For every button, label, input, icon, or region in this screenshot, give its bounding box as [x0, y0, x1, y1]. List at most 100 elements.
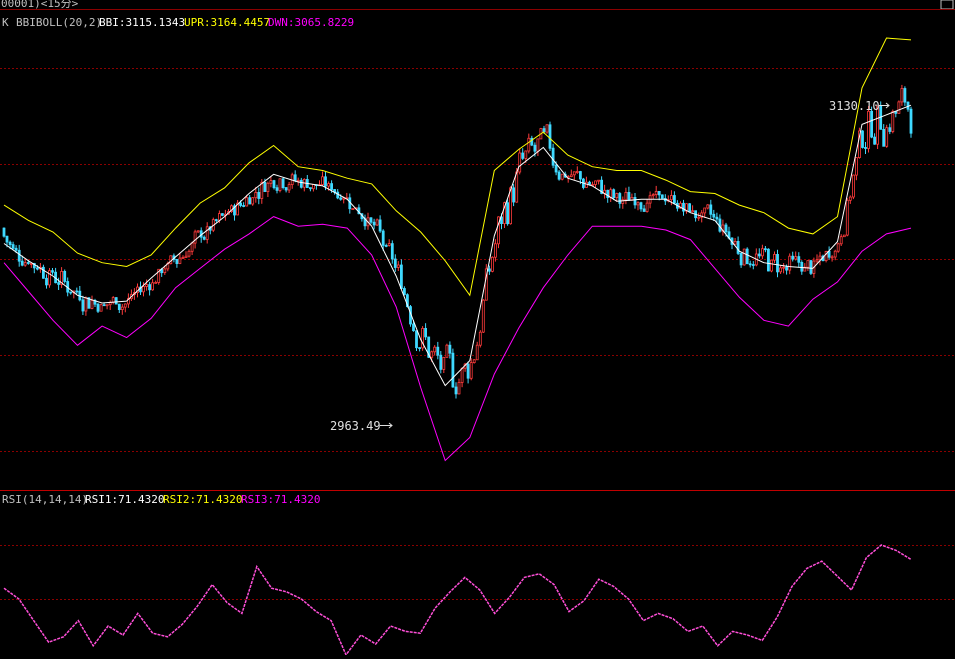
- candle-up: [90, 300, 94, 309]
- candle-down: [776, 253, 779, 273]
- candle-up: [321, 176, 324, 186]
- candle-up: [481, 299, 485, 333]
- rsi-legend-rsi3: RSI3:71.4320: [241, 493, 320, 506]
- candle-up: [217, 213, 221, 221]
- candle-up: [181, 257, 185, 259]
- candle-up: [833, 250, 837, 258]
- candle-down: [533, 144, 537, 152]
- candle-up: [645, 202, 649, 212]
- candle-down: [809, 260, 813, 274]
- candle-up: [597, 179, 600, 182]
- candle-down: [330, 183, 334, 190]
- candle-down: [873, 136, 876, 145]
- candle-down: [293, 174, 297, 182]
- candle-down: [454, 386, 458, 395]
- candle-up: [84, 297, 88, 312]
- candle-down: [767, 248, 770, 272]
- candle-up: [852, 174, 855, 198]
- candle-down: [63, 270, 67, 282]
- candle-down: [220, 213, 224, 216]
- candle-up: [387, 243, 391, 246]
- legend-kind: K: [2, 16, 9, 29]
- candle-up: [897, 101, 901, 114]
- candle-down: [284, 187, 288, 191]
- candle-up: [196, 230, 200, 233]
- candle-down: [114, 297, 118, 305]
- candle-down: [248, 197, 252, 205]
- candle-down: [378, 219, 382, 232]
- candle-up: [670, 195, 673, 201]
- candle-down: [748, 263, 752, 266]
- candle-up: [327, 183, 331, 187]
- candle-up: [145, 284, 149, 287]
- legend-dwn: DWN:3065.8229: [268, 16, 354, 29]
- candle-down: [14, 247, 18, 251]
- candle-up: [375, 219, 379, 226]
- candle-down: [393, 258, 397, 268]
- candle-down: [5, 235, 9, 243]
- candle-down: [751, 264, 755, 266]
- candle-down: [448, 344, 452, 354]
- candle-up: [278, 178, 282, 191]
- candle-up: [818, 255, 822, 261]
- candle-up: [706, 204, 710, 209]
- candle-up: [254, 191, 258, 199]
- low-price-label: 2963.49: [330, 419, 381, 433]
- candle-down: [709, 204, 713, 215]
- candle-down: [242, 205, 246, 207]
- candle-up: [187, 250, 191, 257]
- candle-down: [324, 176, 327, 187]
- candle-down: [81, 299, 85, 312]
- candle-down: [372, 221, 376, 226]
- candle-down: [8, 241, 12, 245]
- candle-up: [779, 267, 782, 273]
- candle-down: [390, 243, 394, 260]
- candle-down: [785, 266, 788, 271]
- candle-up: [123, 303, 127, 308]
- candle-down: [26, 262, 30, 264]
- candle-down: [272, 180, 276, 189]
- candle-down: [673, 195, 676, 204]
- candle-up: [205, 226, 209, 240]
- candle-down: [117, 303, 121, 311]
- candle-down: [618, 193, 622, 204]
- candle-up: [475, 344, 479, 361]
- candle-up: [609, 189, 613, 198]
- candle-down: [75, 290, 79, 293]
- candle-up: [848, 196, 852, 201]
- candle-up: [654, 190, 658, 195]
- candle-down: [797, 256, 801, 263]
- instrument-title: 00001)<15分>: [1, 0, 79, 10]
- candle-down: [281, 178, 285, 189]
- candle-down: [715, 216, 719, 220]
- candle-down: [299, 179, 303, 188]
- candle-up: [773, 253, 776, 261]
- candle-up: [493, 243, 497, 258]
- candle-down: [57, 282, 60, 285]
- candle-down: [202, 236, 206, 240]
- candle-up: [782, 266, 785, 269]
- candle-down: [827, 250, 831, 258]
- candle-down: [51, 270, 54, 273]
- candle-down: [736, 240, 740, 254]
- candle-down: [724, 224, 728, 233]
- rsi-legend-name: RSI(14,14,14): [2, 493, 88, 506]
- legend-indicator: BBIBOLL(20,2): [16, 16, 102, 29]
- candle-up: [433, 346, 437, 353]
- scroll-corner-button[interactable]: [940, 0, 954, 10]
- candle-up: [867, 110, 870, 149]
- main-legend: K BBIBOLL(20,2) BBI:3115.1343 UPR:3164.4…: [2, 16, 354, 29]
- candle-up: [442, 356, 446, 370]
- candle-down: [627, 191, 631, 201]
- candle-down: [579, 171, 582, 180]
- candle-down: [739, 252, 743, 266]
- candle-down: [415, 330, 418, 349]
- candle-up: [572, 171, 576, 176]
- candle-up: [615, 193, 619, 198]
- candle-down: [864, 146, 867, 149]
- candle-down: [384, 244, 388, 247]
- candle-up: [311, 184, 315, 190]
- candle-up: [245, 197, 249, 207]
- candle-up: [836, 243, 840, 252]
- candle-up: [120, 306, 124, 311]
